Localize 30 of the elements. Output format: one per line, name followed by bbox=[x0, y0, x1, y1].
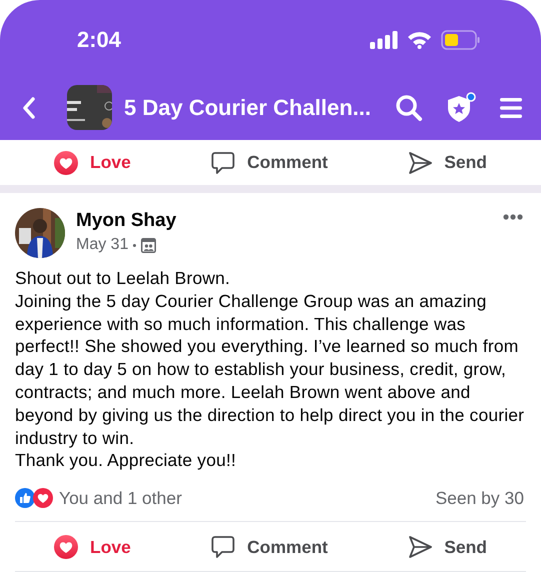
post-text: Thank you. Appreciate you!! bbox=[15, 449, 237, 472]
reaction-summary[interactable]: You and 1 other bbox=[59, 485, 182, 512]
comment-icon bbox=[211, 534, 236, 559]
author-name[interactable]: Myon Shay bbox=[76, 209, 176, 233]
back-icon[interactable] bbox=[22, 96, 36, 118]
post-date[interactable]: May 31 bbox=[76, 233, 128, 257]
love-reaction-icon bbox=[33, 488, 53, 508]
group-title[interactable]: 5 Day Courier Challen... bbox=[124, 91, 371, 124]
comment-button[interactable]: Comment bbox=[211, 534, 328, 560]
wifi-icon bbox=[407, 30, 432, 48]
like-reaction-icon bbox=[15, 488, 35, 508]
seen-count[interactable]: Seen by 30 bbox=[435, 485, 524, 512]
love-button[interactable]: Love bbox=[54, 534, 131, 560]
send-button[interactable]: Send bbox=[408, 534, 487, 560]
status-time: 2:04 bbox=[77, 26, 122, 54]
more-icon[interactable] bbox=[503, 214, 523, 220]
group-icon bbox=[141, 238, 156, 252]
comment-button[interactable]: Comment bbox=[211, 149, 328, 176]
send-button[interactable]: Send bbox=[408, 149, 487, 176]
signal-icon bbox=[370, 30, 398, 48]
comment-icon bbox=[211, 150, 236, 174]
post-text: Joining the 5 day Courier Challenge Group was an amazing experience with so much information. This challenge was perfect!! She showed you everything. I’ve learned so much from day 1 to day 5 on how to establish your business, credit, grow, contracts; and much more. Leelah Brown went above and beyond by giving us the direction to help direct you in the courier industry to win. bbox=[15, 290, 526, 450]
love-button[interactable]: Love bbox=[54, 149, 131, 176]
shield-star-icon[interactable] bbox=[445, 92, 477, 124]
send-icon bbox=[408, 150, 432, 174]
menu-icon[interactable] bbox=[499, 96, 523, 118]
send-icon bbox=[408, 534, 432, 559]
search-icon[interactable] bbox=[395, 94, 423, 122]
battery-icon bbox=[441, 30, 481, 50]
post-text: Shout out to Leelah Brown. bbox=[15, 267, 232, 290]
